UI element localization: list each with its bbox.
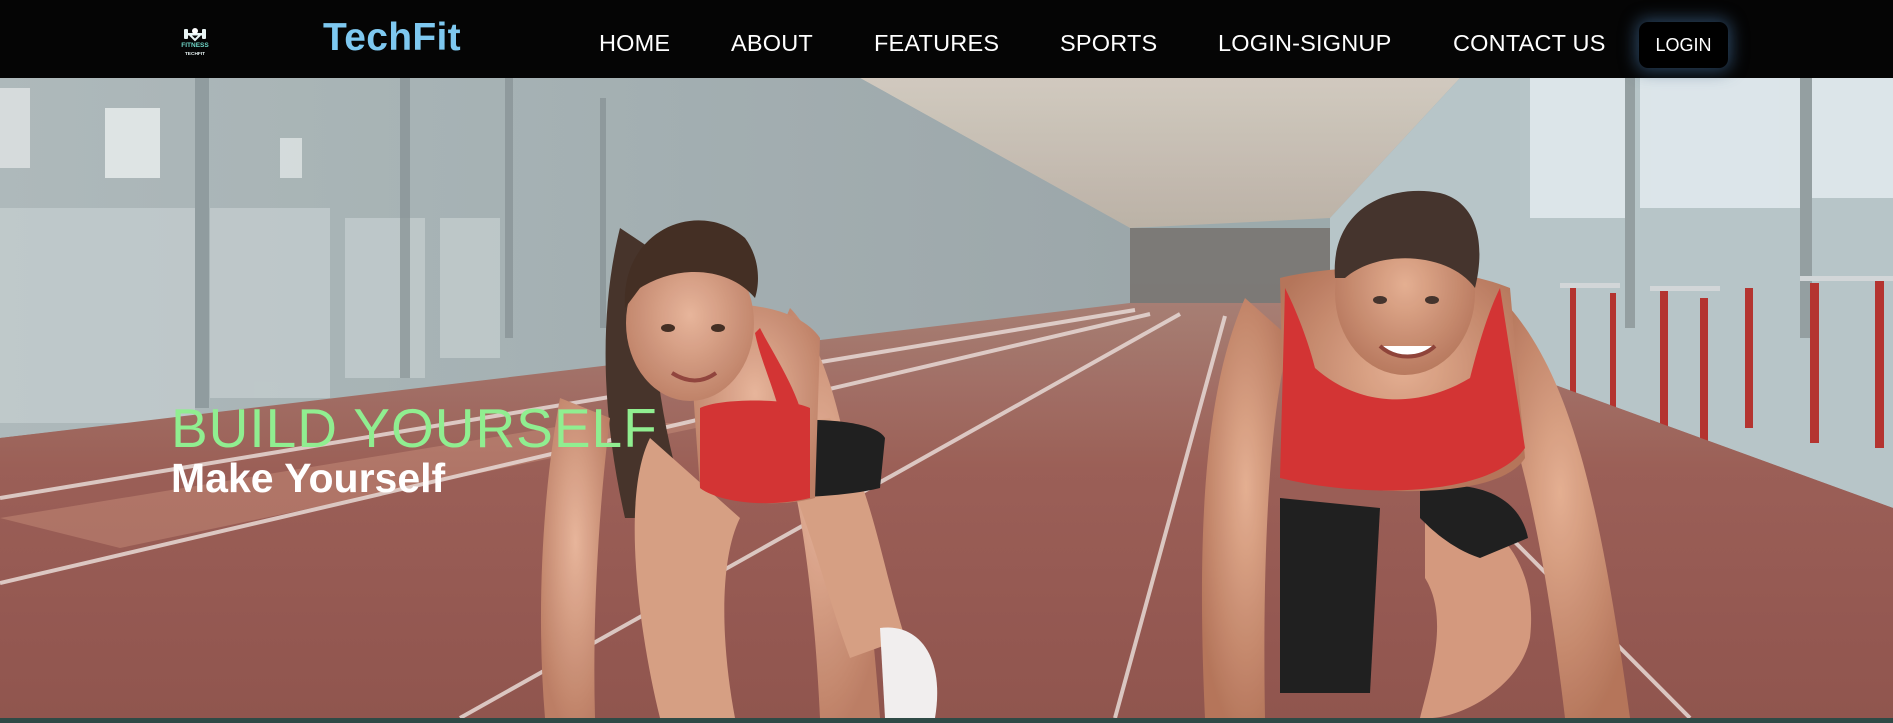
fitness-logo-icon[interactable]: FITNESS TECHFIT	[178, 26, 212, 58]
hero-subtitle: Make Yourself	[171, 455, 446, 501]
nav-home[interactable]: HOME	[599, 30, 670, 57]
nav-about[interactable]: ABOUT	[731, 30, 813, 57]
navbar: FITNESS TECHFIT TechFit HOME ABOUT FEATU…	[0, 0, 1893, 78]
nav-contact-us[interactable]: CONTACT US	[1453, 30, 1606, 57]
bottom-strip	[0, 718, 1893, 723]
login-button[interactable]: LOGIN	[1639, 22, 1728, 68]
logo-text-bottom: TECHFIT	[185, 51, 205, 57]
hero-section: BUILD YOURSELF Make Yourself	[0, 78, 1893, 718]
hero-title: BUILD YOURSELF	[171, 397, 658, 459]
nav-login-signup[interactable]: LOGIN-SIGNUP	[1218, 30, 1391, 57]
nav-sports[interactable]: SPORTS	[1060, 30, 1157, 57]
brand-name[interactable]: TechFit	[323, 16, 461, 60]
nav-features[interactable]: FEATURES	[874, 30, 999, 57]
logo-text-top: FITNESS	[181, 42, 209, 49]
